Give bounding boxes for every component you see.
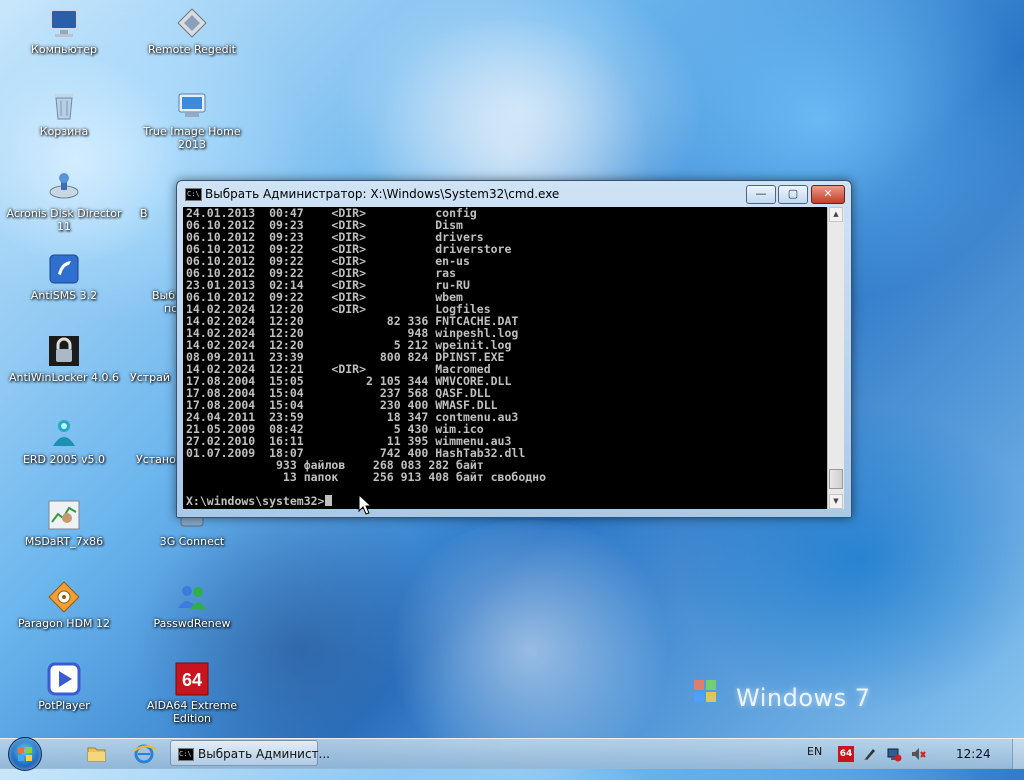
vertical-scrollbar[interactable]: ▲ ▼	[827, 207, 844, 509]
taskbar-pinned-internet-explorer[interactable]	[124, 741, 164, 767]
regedit-icon	[175, 6, 209, 40]
cmd-titlebar[interactable]: C:\ Выбрать Администратор: X:\Windows\Sy…	[177, 181, 851, 207]
desktop-icon-label: AIDA64 Extreme Edition	[146, 699, 238, 725]
lock-icon	[47, 334, 81, 368]
desktop-icon-label: Remote Regedit	[148, 43, 236, 56]
computer-icon	[47, 6, 81, 40]
taskbar-task-label: Выбрать Админист...	[198, 747, 330, 761]
aida64-tray-icon[interactable]: 64	[838, 746, 854, 762]
desktop-icon-antiwinlocker[interactable]: AntiWinLocker 4.0.6	[6, 334, 122, 384]
acronis-icon	[47, 170, 81, 204]
scrollbar-thumb[interactable]	[829, 469, 843, 489]
show-desktop-button[interactable]	[1012, 739, 1024, 769]
desktop-icon-paragon-hdm[interactable]: Paragon HDM 12	[6, 580, 122, 630]
network-warning-icon[interactable]	[886, 746, 902, 762]
desktop-icon-remote-regedit[interactable]: Remote Regedit	[134, 6, 250, 56]
desktop-icon-aida64[interactable]: 64 AIDA64 Extreme Edition	[134, 662, 250, 725]
cmd-output: 24.01.2013 00:47 <DIR> config 06.10.2012…	[186, 207, 547, 484]
cmd-app-icon: C:\	[185, 188, 202, 201]
cmd-window-title: Выбрать Администратор: X:\Windows\System…	[205, 187, 560, 201]
internet-explorer-icon	[133, 744, 157, 764]
maximize-button[interactable]: ▢	[778, 185, 808, 204]
desktop-icon-antisms[interactable]: AntiSMS 3.2	[6, 252, 122, 302]
desktop-icon-acronis-disk-director[interactable]: Acronis Disk Director 11	[6, 170, 122, 233]
desktop-icon-label: Acronis Disk Director 11	[6, 207, 122, 233]
desktop-icon-computer[interactable]: Компьютер	[6, 6, 122, 56]
desktop-icon-msdart[interactable]: MSDaRT_7x86	[6, 498, 122, 548]
close-button[interactable]: ✕	[811, 185, 845, 204]
cmd-app-icon: C:\	[178, 748, 194, 761]
taskbar-pinned-explorer[interactable]	[76, 741, 116, 767]
antisms-icon	[47, 252, 81, 286]
desktop-icon-label: PotPlayer	[38, 699, 90, 712]
desktop-icon-label: ERD 2005 v5.0	[22, 453, 106, 466]
scroll-down-arrow-icon[interactable]: ▼	[829, 494, 843, 509]
cmd-window[interactable]: C:\ Выбрать Администратор: X:\Windows\Sy…	[176, 180, 852, 518]
aida64-icon: 64	[175, 662, 209, 696]
desktop-icon-label: Paragon HDM 12	[17, 617, 111, 630]
pen-tool-icon[interactable]	[862, 746, 878, 762]
cmd-prompt-line[interactable]: X:\windows\system32>	[186, 494, 333, 508]
mouse-pointer-icon	[358, 494, 372, 515]
language-indicator[interactable]: EN	[807, 745, 822, 758]
desktop-icon-label: 3G Connect	[159, 535, 225, 548]
users-icon	[175, 580, 209, 614]
cmd-console[interactable]: 24.01.2013 00:47 <DIR> config 06.10.2012…	[183, 207, 827, 509]
clock[interactable]: 12:24	[956, 747, 991, 761]
taskbar-task-cmd[interactable]: C:\ Выбрать Админист...	[170, 740, 330, 766]
recycle-bin-icon	[47, 88, 81, 122]
msdart-icon	[47, 498, 81, 532]
volume-muted-icon[interactable]	[910, 746, 926, 762]
paragon-icon	[47, 580, 81, 614]
desktop-icon-erd-2005[interactable]: ERD 2005 v5.0	[6, 416, 122, 466]
desktop-icon-label: Компьютер	[31, 43, 97, 56]
svg-text:64: 64	[182, 670, 202, 690]
erd-icon	[47, 416, 81, 450]
minimize-button[interactable]: —	[746, 185, 776, 204]
windows-logo-icon	[694, 680, 716, 702]
desktop-icon-label: AntiSMS 3.2	[30, 289, 98, 302]
desktop-icon-label: PasswdRenew	[153, 617, 231, 630]
scroll-up-arrow-icon[interactable]: ▲	[829, 207, 843, 222]
desktop-icon-label: AntiWinLocker 4.0.6	[9, 371, 119, 384]
desktop-icon-label: Корзина	[39, 125, 89, 138]
desktop-icon-label: MSDaRT_7x86	[24, 535, 104, 548]
desktop-icon-true-image[interactable]: True Image Home 2013	[134, 88, 250, 151]
windows-logo-icon	[18, 747, 32, 761]
desktop-icon-label: True Image Home 2013	[143, 125, 241, 151]
folder-icon	[87, 747, 106, 762]
windows-7-watermark: Windows 7	[736, 684, 871, 712]
desktop-icon-passwdrenew[interactable]: PasswdRenew	[134, 580, 250, 630]
text-cursor	[325, 495, 333, 506]
taskbar: C:\ Выбрать Админист... EN 64 12:24	[0, 737, 1024, 771]
potplayer-icon	[47, 662, 81, 696]
desktop-icon-recycle-bin[interactable]: Корзина	[6, 88, 122, 138]
desktop-icon-potplayer[interactable]: PotPlayer	[6, 662, 122, 712]
true-image-icon	[175, 88, 209, 122]
start-button[interactable]	[8, 737, 42, 771]
cmd-prompt: X:\windows\system32>	[186, 494, 325, 508]
